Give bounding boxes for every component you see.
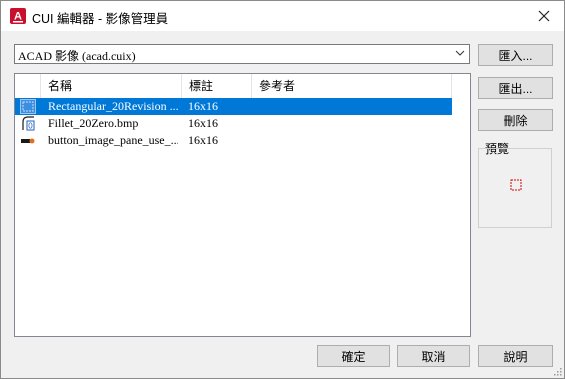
help-button[interactable]: 說明 [478, 345, 553, 367]
header-name[interactable]: 名稱 [41, 74, 182, 98]
cancel-button[interactable]: 取消 [397, 345, 470, 367]
row-name: Fillet_20Zero.bmp [48, 116, 139, 130]
ok-button[interactable]: 確定 [317, 345, 390, 367]
rectangle-revision-icon [20, 99, 36, 114]
dropdown-value: ACAD 影像 (acad.cuix) [18, 49, 136, 63]
row-tag: 16x16 [188, 133, 218, 147]
header-icon-column [15, 74, 41, 98]
export-button[interactable]: 匯出... [478, 77, 553, 99]
header-referenced-by[interactable]: 參考者 [252, 74, 452, 98]
image-manager-dialog: A CUI 編輯器 - 影像管理員 ACAD 影像 (acad.cuix) 匯入… [0, 0, 565, 379]
row-tag: 16x16 [188, 116, 218, 130]
image-list[interactable]: 名稱 標註 參考者 Rectangular_20Revision ... 16x… [14, 73, 471, 337]
import-button[interactable]: 匯入... [478, 44, 553, 66]
delete-button[interactable]: 刪除 [478, 109, 553, 131]
table-row[interactable]: 0 Fillet_20Zero.bmp 16x16 [15, 115, 452, 132]
chevron-down-icon [455, 50, 465, 56]
window-title: CUI 編輯器 - 影像管理員 [32, 12, 169, 26]
svg-text:0: 0 [28, 122, 33, 131]
list-header: 名稱 標註 參考者 [15, 74, 470, 98]
row-referenced-by [258, 98, 438, 115]
row-referenced-by [258, 132, 438, 149]
title-bar: A CUI 編輯器 - 影像管理員 [1, 1, 564, 31]
resize-grip-icon[interactable] [552, 366, 562, 376]
row-name: button_image_pane_use_... [48, 133, 178, 147]
preview-pane [478, 148, 552, 228]
row-referenced-by [258, 115, 438, 132]
row-tag: 16x16 [188, 99, 218, 113]
table-row[interactable]: Rectangular_20Revision ... 16x16 [15, 98, 452, 115]
autocad-app-icon: A [10, 8, 26, 24]
button-image-pane-icon [21, 138, 35, 144]
close-icon [538, 10, 550, 22]
header-tag[interactable]: 標註 [182, 74, 252, 98]
table-row[interactable]: button_image_pane_use_... 16x16 [15, 132, 452, 149]
image-source-dropdown[interactable]: ACAD 影像 (acad.cuix) [14, 44, 470, 64]
rectangle-revision-icon [510, 179, 522, 191]
fillet-zero-icon: 0 [22, 116, 35, 131]
close-button[interactable] [524, 1, 564, 31]
svg-text:A: A [14, 11, 22, 23]
row-name: Rectangular_20Revision ... [48, 99, 178, 113]
